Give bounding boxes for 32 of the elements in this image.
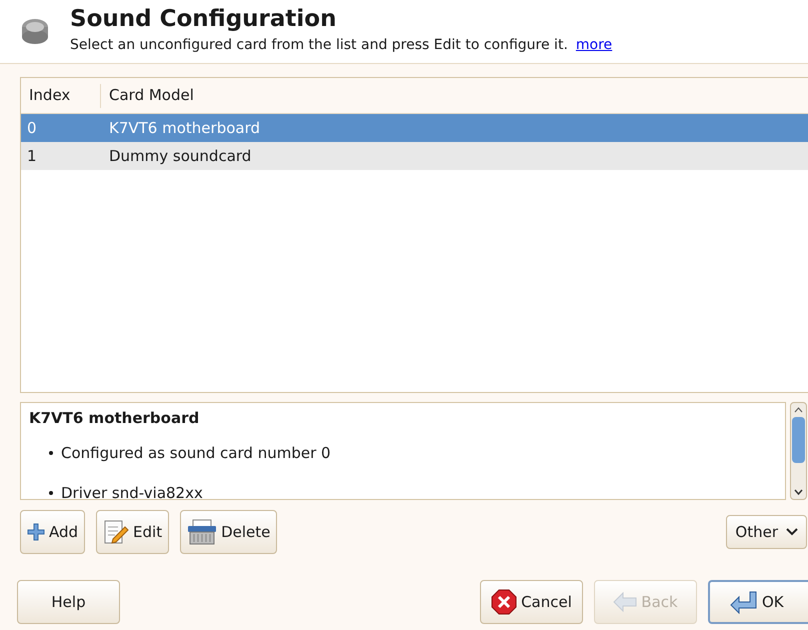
table-row[interactable]: 1 Dummy soundcard — [21, 142, 808, 170]
add-button[interactable]: Add — [20, 510, 86, 554]
table-cell-text: Dummy soundcard — [108, 146, 252, 167]
chevron-down-icon — [786, 528, 798, 536]
detail-item: Driver snd-via82xx — [61, 483, 203, 499]
column-header[interactable]: Index — [21, 84, 101, 108]
detail-item: Configured as sound card number 0 — [61, 442, 331, 464]
cancel-icon — [491, 589, 518, 615]
details-title: K7VT6 motherboard — [29, 408, 200, 429]
table-cell-text: 1 — [26, 146, 38, 167]
dialog-title: Sound Configuration — [70, 5, 338, 33]
enter-arrow-icon — [730, 590, 758, 614]
document-pencil-icon — [103, 519, 130, 545]
edit-button[interactable]: Edit — [96, 510, 170, 554]
left-arrow-icon — [613, 592, 638, 612]
cancel-button[interactable]: Cancel — [480, 580, 583, 624]
plus-icon — [27, 523, 45, 541]
instruction-text: Select an unconfigured card from the list and press Edit to configure it. — [70, 36, 568, 55]
shredder-icon — [187, 519, 218, 545]
more-link[interactable]: more — [576, 35, 612, 56]
speaker-icon — [20, 17, 50, 45]
table-cell-text: K7VT6 motherboard — [108, 118, 260, 139]
delete-button[interactable]: Delete — [180, 510, 278, 554]
ok-button[interactable]: OK — [708, 580, 808, 624]
scroll-thumb[interactable] — [792, 417, 805, 463]
help-button[interactable]: Help — [17, 580, 120, 624]
column-header[interactable]: Card Model — [101, 84, 808, 107]
other-button[interactable]: Other — [726, 515, 807, 549]
bullet-icon — [49, 450, 53, 454]
table-cell-text: 0 — [26, 118, 38, 139]
scrollbar[interactable] — [790, 402, 807, 500]
bullet-icon — [49, 491, 53, 495]
